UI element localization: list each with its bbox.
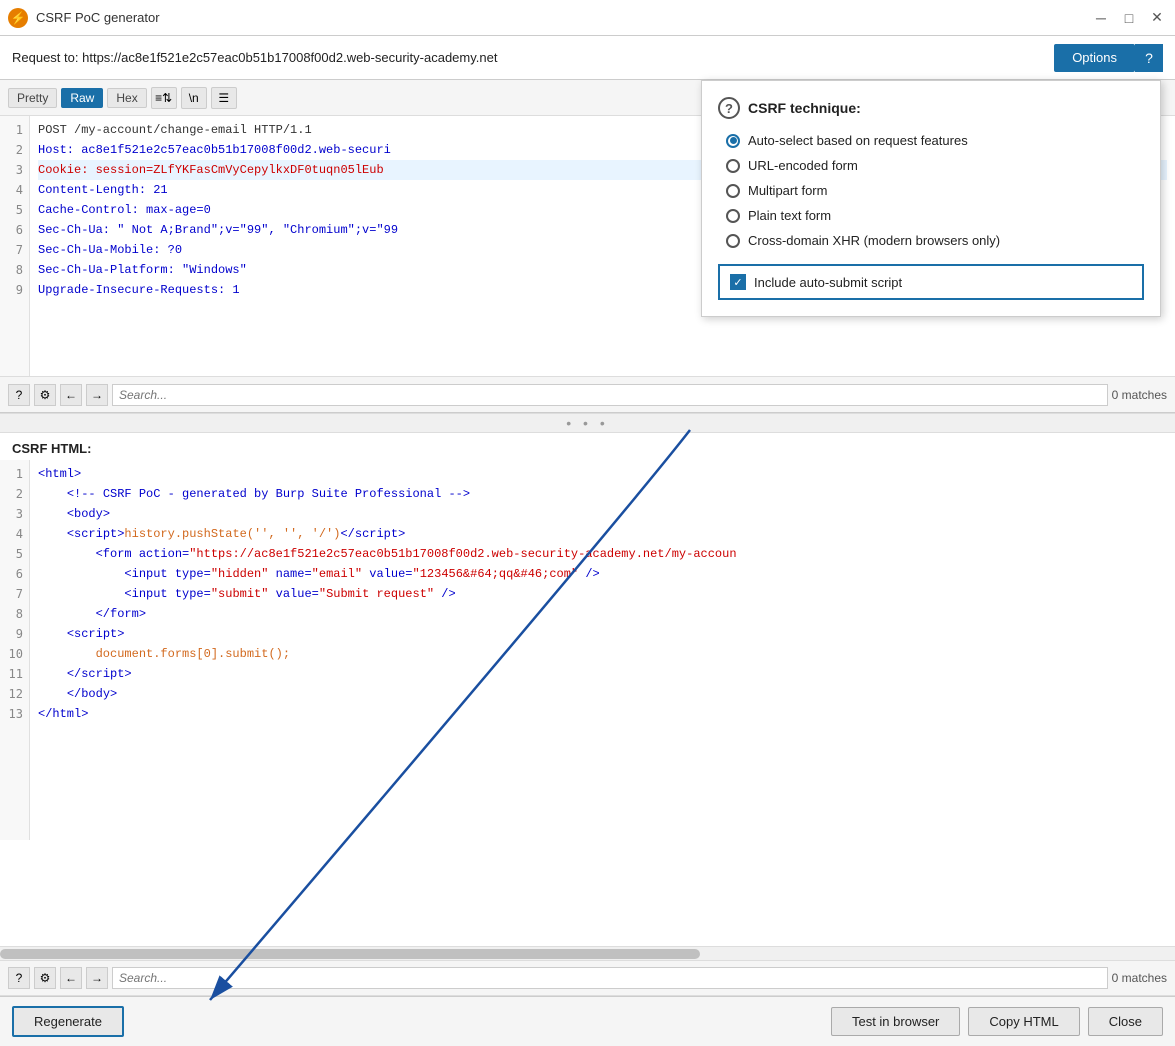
- menu-icon-btn[interactable]: ☰: [211, 87, 237, 109]
- test-in-browser-button[interactable]: Test in browser: [831, 1007, 960, 1036]
- request-url: Request to: https://ac8e1f521e2c57eac0b5…: [12, 50, 497, 65]
- csrf-section: CSRF HTML: 12345 678910 111213 <html> <!…: [0, 433, 1175, 946]
- csrf-line-12: </body>: [38, 684, 1167, 704]
- radio-circle-cross: [726, 234, 740, 248]
- title-bar: ⚡ CSRF PoC generator ─ □ ✕: [0, 0, 1175, 36]
- csrf-line-3: <body>: [38, 504, 1167, 524]
- radio-label-auto: Auto-select based on request features: [748, 133, 968, 148]
- copy-html-button[interactable]: Copy HTML: [968, 1007, 1079, 1036]
- csrf-section-label: CSRF HTML:: [0, 433, 1175, 460]
- csrf-line-11: </script>: [38, 664, 1167, 684]
- radio-label-plain: Plain text form: [748, 208, 831, 223]
- bottom-search-input[interactable]: [112, 967, 1108, 989]
- radio-multipart[interactable]: Multipart form: [726, 183, 1144, 198]
- header-buttons: Options ?: [1054, 44, 1163, 72]
- next-match-top[interactable]: →: [86, 384, 108, 406]
- options-title: ? CSRF technique:: [718, 97, 1144, 119]
- settings-icon-top[interactable]: ⚙: [34, 384, 56, 406]
- csrf-line-10: document.forms[0].submit();: [38, 644, 1167, 664]
- raw-tab[interactable]: Raw: [61, 88, 103, 108]
- bottom-matches: 0 matches: [1112, 971, 1167, 985]
- auto-submit-checkbox[interactable]: ✓: [730, 274, 746, 290]
- help-icon-top[interactable]: ?: [8, 384, 30, 406]
- csrf-code-content: <html> <!-- CSRF PoC - generated by Burp…: [30, 460, 1175, 840]
- radio-circle-multipart: [726, 184, 740, 198]
- maximize-button[interactable]: □: [1119, 8, 1139, 28]
- csrf-technique-radio-group: Auto-select based on request features UR…: [726, 133, 1144, 248]
- minimize-button[interactable]: ─: [1091, 8, 1111, 28]
- divider: • • •: [0, 413, 1175, 433]
- csrf-line-9: <script>: [38, 624, 1167, 644]
- app-icon: ⚡: [8, 8, 28, 28]
- csrf-line-5: <form action="https://ac8e1f521e2c57eac0…: [38, 544, 1167, 564]
- prev-match-top[interactable]: ←: [60, 384, 82, 406]
- top-matches: 0 matches: [1112, 388, 1167, 402]
- options-panel: ? CSRF technique: Auto-select based on r…: [701, 80, 1161, 317]
- radio-cross-domain[interactable]: Cross-domain XHR (modern browsers only): [726, 233, 1144, 248]
- auto-submit-checkbox-section[interactable]: ✓ Include auto-submit script: [718, 264, 1144, 300]
- csrf-line-numbers: 12345 678910 111213: [0, 460, 30, 840]
- window-title: CSRF PoC generator: [36, 10, 1091, 25]
- bottom-actions: Regenerate Test in browser Copy HTML Clo…: [0, 996, 1175, 1046]
- radio-label-url: URL-encoded form: [748, 158, 858, 173]
- radio-url-encoded[interactable]: URL-encoded form: [726, 158, 1144, 173]
- bottom-search-bar: ? ⚙ ← → 0 matches: [0, 960, 1175, 996]
- next-match-bottom[interactable]: →: [86, 967, 108, 989]
- options-button[interactable]: Options: [1054, 44, 1135, 72]
- csrf-line-1: <html>: [38, 464, 1167, 484]
- settings-icon-bottom[interactable]: ⚙: [34, 967, 56, 989]
- radio-circle-auto: [726, 134, 740, 148]
- horizontal-scrollbar[interactable]: [0, 946, 1175, 960]
- close-button[interactable]: Close: [1088, 1007, 1163, 1036]
- csrf-line-8: </form>: [38, 604, 1167, 624]
- pretty-tab[interactable]: Pretty: [8, 88, 57, 108]
- hex-tab[interactable]: Hex: [107, 88, 146, 108]
- radio-label-cross: Cross-domain XHR (modern browsers only): [748, 233, 1000, 248]
- csrf-code-area: 12345 678910 111213 <html> <!-- CSRF PoC…: [0, 460, 1175, 840]
- csrf-line-2: <!-- CSRF PoC - generated by Burp Suite …: [38, 484, 1167, 504]
- help-icon-bottom[interactable]: ?: [8, 967, 30, 989]
- options-title-text: CSRF technique:: [748, 100, 861, 116]
- window-controls: ─ □ ✕: [1091, 8, 1167, 28]
- radio-circle-plain: [726, 209, 740, 223]
- line-numbers: 12345 6789: [0, 116, 30, 376]
- top-search-bar: ? ⚙ ← → 0 matches: [0, 376, 1175, 412]
- top-search-input[interactable]: [112, 384, 1108, 406]
- csrf-line-4: <script>history.pushState('', '', '/')</…: [38, 524, 1167, 544]
- regenerate-button[interactable]: Regenerate: [12, 1006, 124, 1037]
- options-help-icon: ?: [718, 97, 740, 119]
- divider-dots: • • •: [566, 415, 608, 431]
- radio-auto-select[interactable]: Auto-select based on request features: [726, 133, 1144, 148]
- prev-match-bottom[interactable]: ←: [60, 967, 82, 989]
- scrollbar-thumb[interactable]: [0, 949, 700, 959]
- newline-icon-btn[interactable]: \n: [181, 87, 207, 109]
- close-window-button[interactable]: ✕: [1147, 8, 1167, 28]
- format-icon-btn[interactable]: ≡⇅: [151, 87, 177, 109]
- radio-label-multipart: Multipart form: [748, 183, 827, 198]
- radio-plain-text[interactable]: Plain text form: [726, 208, 1144, 223]
- radio-circle-url: [726, 159, 740, 173]
- header-help-button[interactable]: ?: [1135, 44, 1163, 72]
- csrf-line-13: </html>: [38, 704, 1167, 724]
- csrf-line-7: <input type="submit" value="Submit reque…: [38, 584, 1167, 604]
- csrf-line-6: <input type="hidden" name="email" value=…: [38, 564, 1167, 584]
- auto-submit-label: Include auto-submit script: [754, 275, 902, 290]
- request-bar: Request to: https://ac8e1f521e2c57eac0b5…: [0, 36, 1175, 80]
